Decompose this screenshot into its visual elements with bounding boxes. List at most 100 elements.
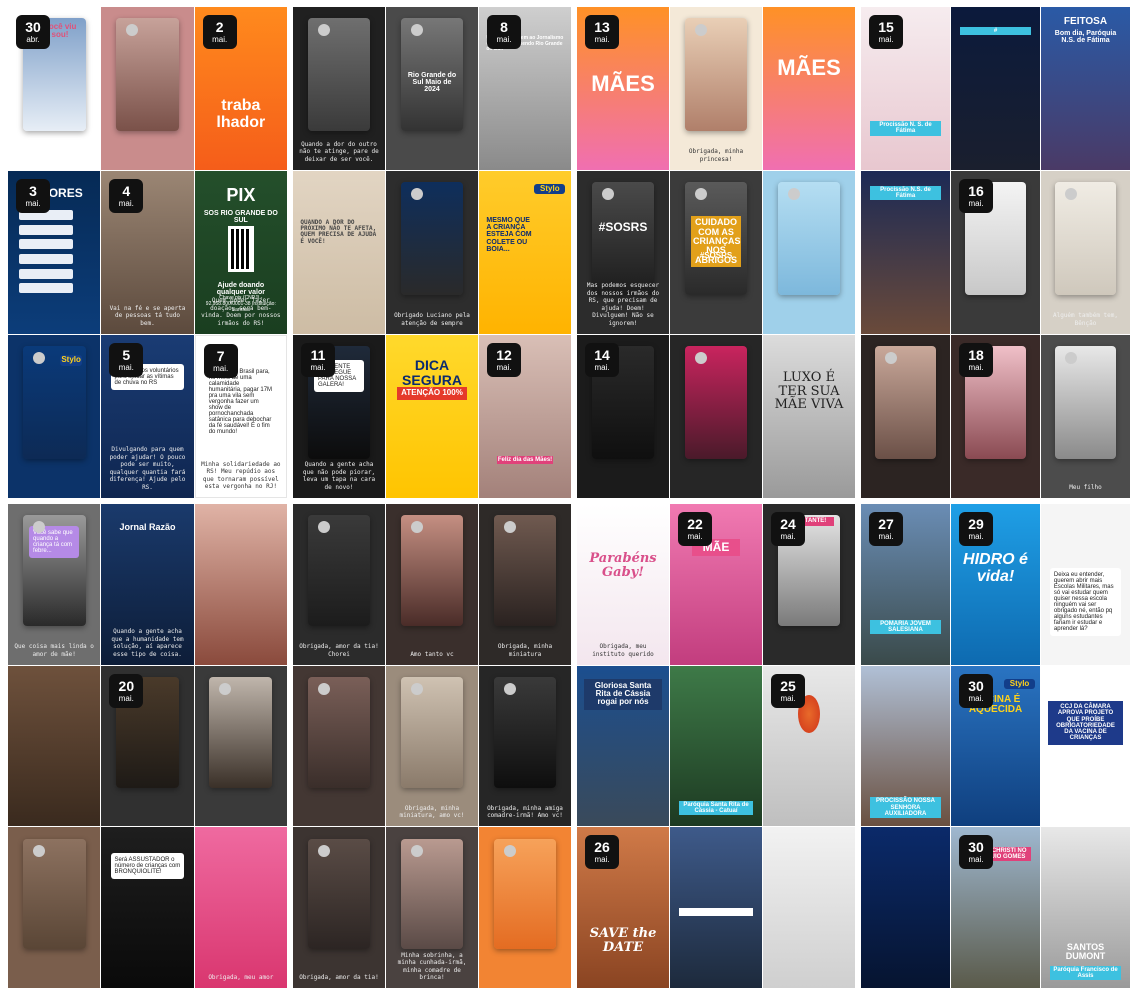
- story-thumbnail[interactable]: Obrigada, meu amor: [194, 827, 287, 988]
- story-thumbnail[interactable]: 30 mai. CORPUS CHRISTI NO EUSTÁQUIO GOMES: [951, 827, 1040, 988]
- story-thumbnail[interactable]: QUANDO A DOR DO PRÓXIMO NÃO TE AFETA, QU…: [293, 171, 385, 334]
- story-thumbnail[interactable]: 27 mai. POMARIA JOVEM SALESIANA: [861, 504, 950, 665]
- story-thumbnail[interactable]: CUIDADO COM AS CRIANÇAS NOS ABRIGOS #SOSR…: [670, 171, 762, 334]
- story-thumbnail[interactable]: PIX SOS RIO GRANDE DO SUL Ajude doando qua…: [194, 171, 287, 334]
- date-badge: 30 mai.: [959, 673, 993, 708]
- story-caption: Obrigada, meu amor: [208, 974, 274, 982]
- story-thumbnail[interactable]: Stylo MESMO QUE A CRIANÇA ESTEJA COM COLE…: [479, 171, 571, 334]
- story-thumbnail[interactable]: [763, 171, 855, 334]
- story-caption: Quando a dor do outro não te atinge, par…: [299, 140, 379, 163]
- date-month: mai.: [594, 855, 610, 865]
- story-subtitle: Rio Grande do Sul Maio de 2024: [407, 72, 457, 94]
- story-thumbnail[interactable]: [194, 504, 287, 665]
- story-thumbnail[interactable]: 18 mai.: [951, 335, 1040, 498]
- story-thumbnail[interactable]: 7mai.Somente o Brasil para, no meio de u…: [194, 335, 287, 498]
- story-thumbnail[interactable]: 8mai.Uma homenagem ao Jornalismo e ao qu…: [479, 7, 571, 170]
- story-thumbnail[interactable]: LUXO É TER SUA MÃE VIVA: [763, 335, 855, 498]
- screenshot-image: [493, 676, 557, 788]
- story-thumbnail[interactable]: SANTOS DUMONT Paróquia Francisco de Assis: [1041, 827, 1130, 988]
- date-month: mai.: [118, 363, 134, 372]
- story-thumbnail[interactable]: [194, 665, 287, 827]
- story-thumbnail[interactable]: Obrigado Luciano pela atenção de sempre: [386, 171, 478, 334]
- profile-avatar: [32, 844, 45, 857]
- story-thumbnail[interactable]: Quando a dor do outro não te atinge, par…: [293, 7, 385, 170]
- story-thumbnail[interactable]: Procissão N.S. de Fátima: [861, 171, 950, 334]
- date-month: mai.: [968, 199, 984, 208]
- story-thumbnail[interactable]: 2 mai. traba lhador: [194, 7, 287, 170]
- story-block: Você sabe que quando a criança tá com fe…: [8, 504, 287, 988]
- story-thumbnail[interactable]: Obrigada, minha miniatura, amo vc!: [386, 665, 478, 827]
- story-thumbnail[interactable]: [293, 665, 385, 827]
- story-thumbnail[interactable]: Meu filho: [1041, 335, 1130, 498]
- profile-avatar: [503, 844, 516, 857]
- story-thumbnail[interactable]: 26 mai. SAVE the DATE: [577, 827, 669, 988]
- story-thumbnail[interactable]: Obrigada, minha miniatura: [479, 504, 571, 665]
- story-thumbnail[interactable]: 13 mai. MÃES: [577, 7, 669, 170]
- story-thumbnail[interactable]: 14 mai.: [577, 335, 669, 498]
- story-thumbnail[interactable]: FEITOSA Bom dia, Paróquia N.S. de Fátima: [1041, 7, 1130, 170]
- screenshot-image: [400, 676, 464, 788]
- story-thumbnail[interactable]: Alguém também tem, Bênção: [1041, 171, 1130, 334]
- story-thumbnail[interactable]: 4 mai. Vai na fé e se aperta de pessoas tá…: [101, 171, 194, 334]
- story-image: [763, 7, 855, 170]
- screenshot-image: [400, 182, 464, 295]
- story-block: Quando a dor do outro não te atinge, par…: [293, 7, 571, 498]
- story-thumbnail[interactable]: Stylo: [8, 335, 101, 498]
- story-thumbnail[interactable]: [861, 335, 950, 498]
- story-thumbnail[interactable]: [479, 827, 571, 988]
- list-row: [19, 268, 73, 279]
- story-thumbnail[interactable]: 29 mai. HIDRO é vida!: [951, 504, 1040, 665]
- story-thumbnail[interactable]: #SOSRS Mas podemos esquecer dos nossos ir…: [577, 171, 669, 334]
- screenshot-image: [1055, 346, 1116, 459]
- story-thumbnail[interactable]: [763, 827, 855, 988]
- story-image: [293, 171, 385, 334]
- story-thumbnail[interactable]: Amo tanto vc: [386, 504, 478, 665]
- profile-avatar: [503, 521, 516, 534]
- story-thumbnail[interactable]: Obrigada, amor da tia!: [293, 827, 385, 988]
- story-thumbnail[interactable]: DICA SEGURA ATENÇÃO 100%: [386, 335, 478, 498]
- story-thumbnail[interactable]: Você sabe que quando a criança tá com fe…: [8, 504, 101, 665]
- story-thumbnail[interactable]: #: [951, 7, 1040, 170]
- story-thumbnail[interactable]: PROCISSÃO NOSSA SENHORA AUXILIADORA: [861, 665, 950, 827]
- story-thumbnail[interactable]: [101, 7, 194, 170]
- story-tag: Paróquia Francisco de Assis: [1049, 965, 1122, 981]
- story-caption: Obrigada, amor da tia! Chorei: [299, 643, 379, 658]
- story-thumbnail[interactable]: Gloriosa Santa Rita de Cássia rogai por …: [577, 665, 669, 827]
- story-thumbnail[interactable]: PORTANTE! 24 mai.: [763, 504, 855, 665]
- story-thumbnail[interactable]: 22 mai. MÃE: [670, 504, 762, 665]
- screenshot-image: [493, 515, 557, 627]
- date-month: mai.: [212, 35, 228, 44]
- story-thumbnail[interactable]: Deixa eu entender, querem abrir mais Esc…: [1041, 504, 1130, 665]
- story-thumbnail[interactable]: 30 mai. PISCINA É AQUECIDA Stylo: [951, 665, 1040, 827]
- story-thumbnail[interactable]: Será ASSUSTADOR o número de crianças com…: [101, 827, 194, 988]
- story-thumbnail[interactable]: 3 mai. VALORES: [8, 171, 101, 334]
- date-month: mai.: [594, 363, 610, 372]
- date-month: mai.: [968, 532, 984, 541]
- story-thumbnail[interactable]: Ai, você viu eu sou! 30 abr.: [8, 7, 101, 170]
- story-thumbnail[interactable]: 5 mai. Seja um dos voluntários para ajudar…: [101, 335, 194, 498]
- story-thumbnail[interactable]: Obrigada, minha amiga comadre-irmã! Amo …: [479, 665, 571, 827]
- story-thumbnail[interactable]: Jornal Razão Quando a gente acha que a hu…: [101, 504, 194, 665]
- story-thumbnail[interactable]: 12 mai. Feliz dia das Mães!: [479, 335, 571, 498]
- story-thumbnail[interactable]: Minha sobrinha, a minha cunhada-irmã, mi…: [386, 827, 478, 988]
- story-thumbnail[interactable]: 25 mai.: [763, 665, 855, 827]
- story-image: [194, 827, 287, 988]
- story-thumbnail[interactable]: PRESENTE ENTREGUE PARA NOSSA GALERA!11ma…: [293, 335, 385, 498]
- story-thumbnail[interactable]: Obrigada, amor da tia! Chorei: [293, 504, 385, 665]
- date-badge: 26 mai.: [585, 835, 619, 870]
- screenshot-image: [400, 515, 464, 627]
- story-thumbnail[interactable]: Rio Grande do Sul Maio de 2024: [386, 7, 478, 170]
- story-thumbnail[interactable]: MÃES: [763, 7, 855, 170]
- story-thumbnail[interactable]: CCJ DA CÂMARA APROVA PROJETO QUE PROÍBE …: [1041, 665, 1130, 827]
- story-thumbnail[interactable]: Parabéns Gaby! Obrigada, meu instituto qu…: [577, 504, 669, 665]
- story-thumbnail[interactable]: 20 mai.: [101, 665, 194, 827]
- story-thumbnail[interactable]: Obrigada, minha princesa!: [670, 7, 762, 170]
- story-thumbnail[interactable]: 15 mai. Procissão N. S. de Fátima: [861, 7, 950, 170]
- story-thumbnail[interactable]: [670, 335, 762, 498]
- story-thumbnail[interactable]: 16 mai.: [951, 171, 1040, 334]
- story-thumbnail[interactable]: Clube Leão: [670, 827, 762, 988]
- story-thumbnail[interactable]: [8, 665, 101, 827]
- story-thumbnail[interactable]: Paróquia Santa Rita de Cássia - Catuaí: [670, 665, 762, 827]
- story-thumbnail[interactable]: [861, 827, 950, 988]
- story-thumbnail[interactable]: [8, 827, 101, 988]
